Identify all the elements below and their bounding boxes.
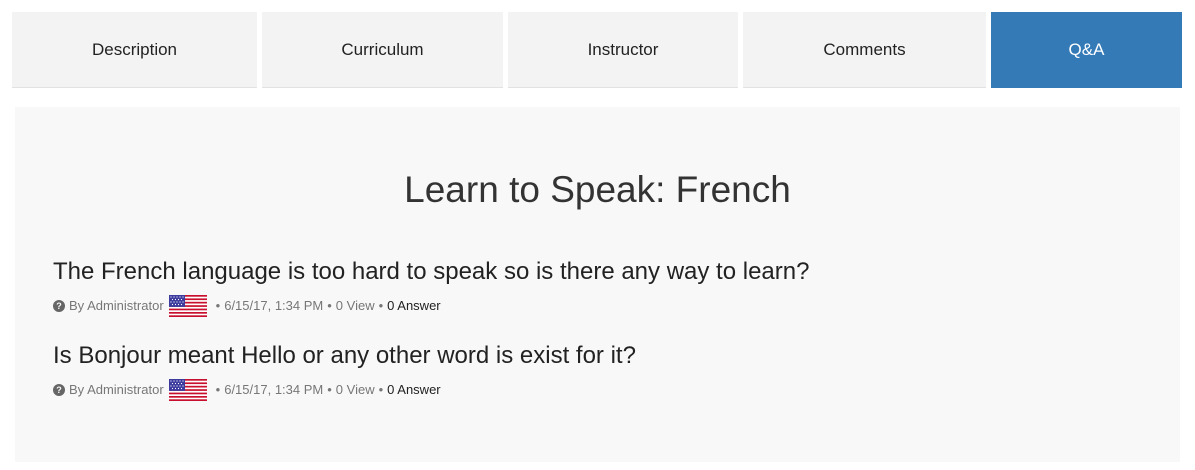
- question-circle-icon: ?: [53, 300, 65, 312]
- tab-instructor[interactable]: Instructor: [508, 12, 738, 88]
- separator-dot: •: [378, 382, 384, 397]
- course-tabs: Description Curriculum Instructor Commen…: [12, 12, 1182, 88]
- question-views: 0 View: [335, 382, 375, 397]
- question-meta: ? By Administrator • 6/15/17, 1:34 PM • …: [53, 379, 1153, 401]
- separator-dot: •: [215, 382, 221, 397]
- tab-description[interactable]: Description: [12, 12, 257, 88]
- tab-comments[interactable]: Comments: [743, 12, 986, 88]
- page-title: Learn to Speak: French: [404, 169, 791, 210]
- tab-curriculum[interactable]: Curriculum: [262, 12, 503, 88]
- tab-qa[interactable]: Q&A: [991, 12, 1182, 88]
- question-title[interactable]: The French language is too hard to speak…: [53, 258, 1153, 286]
- separator-dot: •: [327, 298, 332, 313]
- question-item: The French language is too hard to speak…: [53, 258, 1153, 317]
- question-answers: 0 Answer: [387, 382, 441, 397]
- question-date: 6/15/17, 1:34 PM: [224, 382, 324, 397]
- question-item: Is Bonjour meant Hello or any other word…: [53, 342, 1153, 401]
- separator-dot: •: [378, 298, 384, 313]
- question-circle-icon: ?: [53, 384, 65, 396]
- question-views: 0 View: [335, 298, 375, 313]
- question-author: By Administrator: [69, 298, 164, 313]
- us-flag-icon: [168, 295, 207, 317]
- question-date: 6/15/17, 1:34 PM: [224, 298, 324, 313]
- qa-panel: Learn to Speak: French The French langua…: [15, 107, 1180, 462]
- question-author: By Administrator: [69, 382, 164, 397]
- question-title[interactable]: Is Bonjour meant Hello or any other word…: [53, 342, 1153, 370]
- separator-dot: •: [215, 298, 221, 313]
- question-meta: ? By Administrator • 6/15/17, 1:34 PM • …: [53, 295, 1153, 317]
- separator-dot: •: [327, 382, 332, 397]
- us-flag-icon: [168, 379, 207, 401]
- question-answers: 0 Answer: [387, 298, 441, 313]
